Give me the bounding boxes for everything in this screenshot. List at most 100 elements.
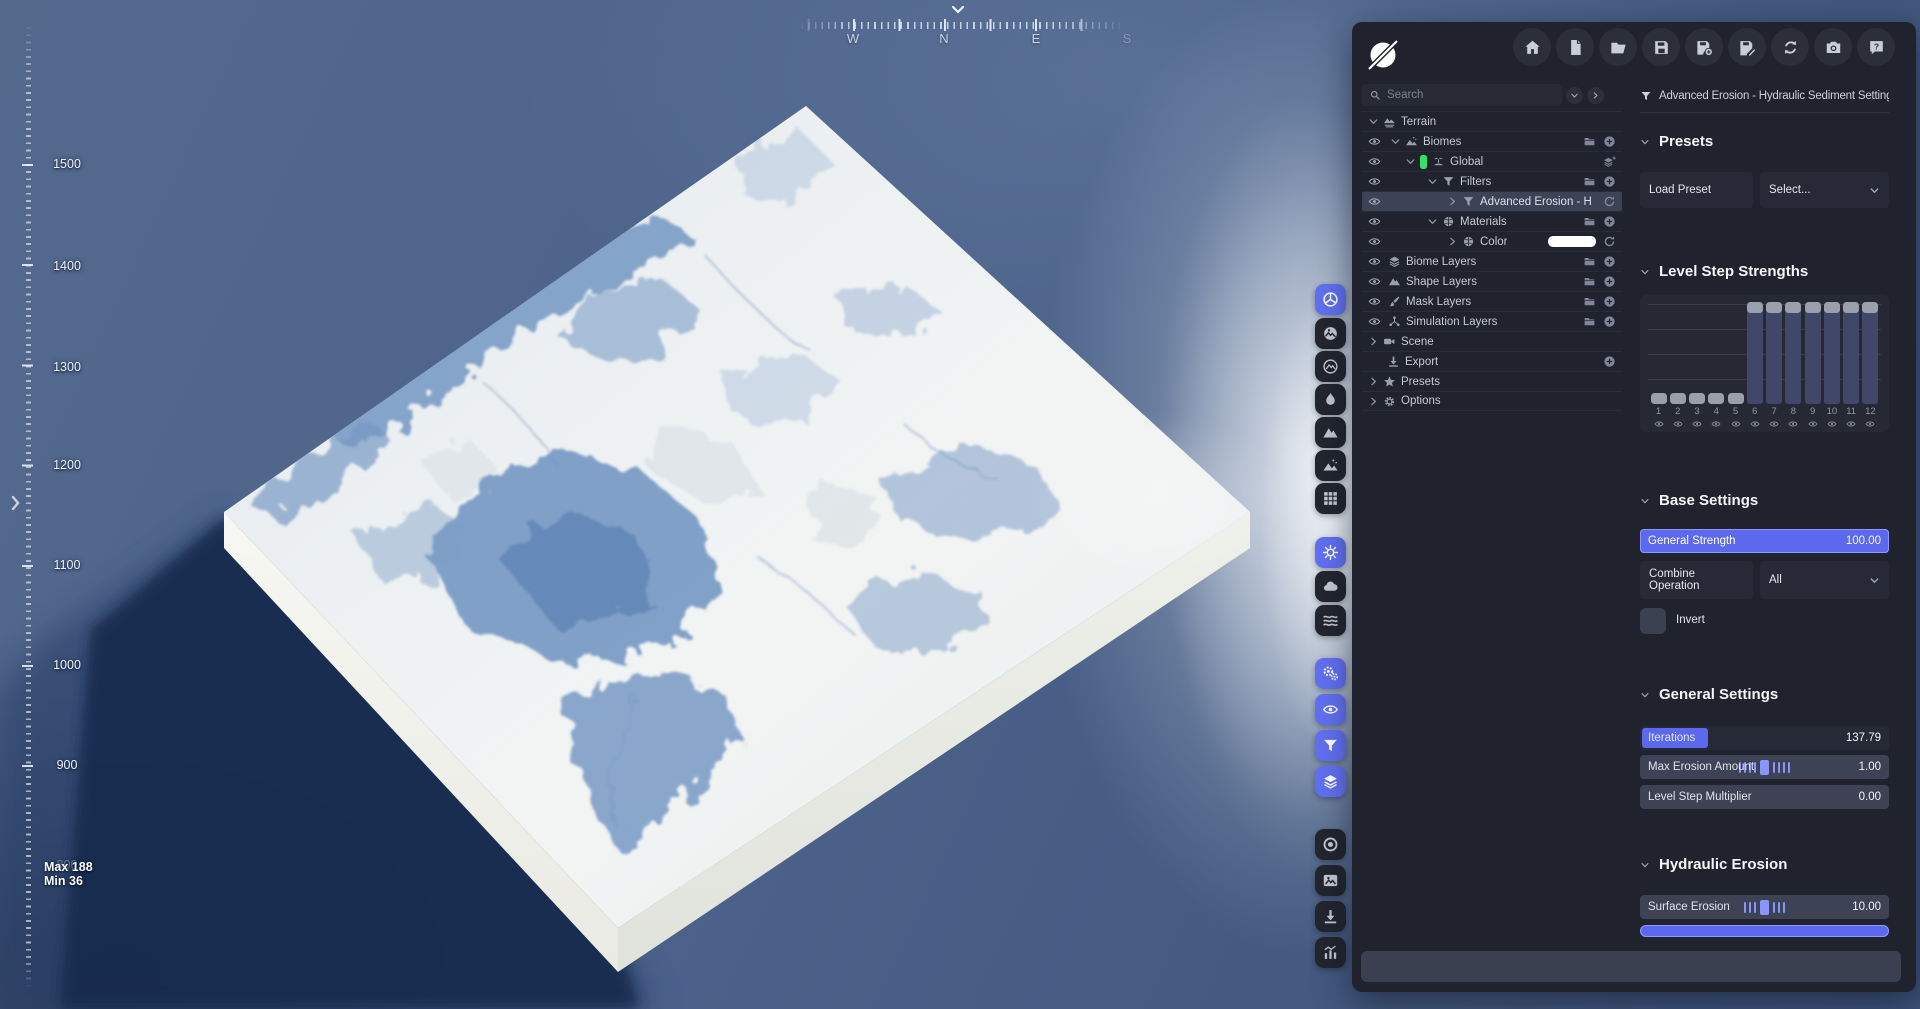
auto-build-button[interactable] bbox=[1315, 658, 1346, 689]
chevron-right-icon[interactable] bbox=[1447, 236, 1458, 247]
add-icon[interactable] bbox=[1603, 175, 1616, 188]
tree-row-export[interactable]: Export bbox=[1362, 351, 1622, 371]
add-layer-icon[interactable] bbox=[1603, 155, 1616, 168]
level-step-slider-3[interactable]: 3 bbox=[1689, 302, 1706, 429]
invert-checkbox[interactable] bbox=[1640, 608, 1666, 634]
folder-icon[interactable] bbox=[1583, 295, 1596, 308]
level-step-slider-7[interactable]: 7 bbox=[1766, 302, 1783, 429]
eye-icon[interactable] bbox=[1692, 419, 1702, 429]
eye-icon[interactable] bbox=[1368, 275, 1381, 288]
level-step-slider-5[interactable]: 5 bbox=[1727, 302, 1744, 429]
eye-icon[interactable] bbox=[1808, 419, 1818, 429]
slider-handle[interactable] bbox=[1728, 393, 1744, 404]
iterations-slider[interactable]: Iterations 137.79 bbox=[1640, 726, 1889, 750]
level-step-slider-1[interactable]: 1 bbox=[1650, 302, 1667, 429]
add-icon[interactable] bbox=[1603, 315, 1616, 328]
tree-row-options[interactable]: Options bbox=[1362, 391, 1622, 411]
slider-handle[interactable] bbox=[1824, 302, 1840, 313]
tree-row-terrain[interactable]: Terrain bbox=[1362, 111, 1622, 131]
slider-handle[interactable] bbox=[1862, 302, 1878, 313]
home-button[interactable] bbox=[1513, 28, 1551, 66]
slider-handle[interactable] bbox=[1708, 393, 1724, 404]
eye-icon[interactable] bbox=[1827, 419, 1837, 429]
section-level-step-strengths[interactable]: Level Step Strengths bbox=[1640, 263, 1808, 280]
folder-icon[interactable] bbox=[1583, 315, 1596, 328]
level-step-slider-11[interactable]: 11 bbox=[1843, 302, 1860, 429]
folder-icon[interactable] bbox=[1583, 275, 1596, 288]
slider-handle[interactable] bbox=[1670, 393, 1686, 404]
eye-icon[interactable] bbox=[1368, 155, 1381, 168]
fog-toggle-button[interactable] bbox=[1315, 605, 1346, 636]
folder-icon[interactable] bbox=[1583, 255, 1596, 268]
level-step-slider-4[interactable]: 4 bbox=[1708, 302, 1725, 429]
water-view-button[interactable] bbox=[1315, 384, 1346, 415]
chevron-down-icon[interactable] bbox=[1390, 136, 1401, 147]
eye-icon[interactable] bbox=[1368, 215, 1381, 228]
max-erosion-amount-scrubber[interactable]: Max Erosion Amount 1.00 bbox=[1640, 755, 1889, 779]
tree-row-color[interactable]: Color bbox=[1362, 231, 1622, 251]
tree-row-materials[interactable]: Materials bbox=[1362, 211, 1622, 231]
record-button[interactable] bbox=[1315, 829, 1346, 860]
visibility-button[interactable] bbox=[1315, 694, 1346, 725]
combine-operation-dropdown[interactable]: All bbox=[1760, 561, 1889, 599]
add-icon[interactable] bbox=[1603, 275, 1616, 288]
section-hydraulic-erosion[interactable]: Hydraulic Erosion bbox=[1640, 856, 1787, 873]
eye-icon[interactable] bbox=[1368, 315, 1381, 328]
level-step-slider-10[interactable]: 10 bbox=[1823, 302, 1840, 429]
slider-handle[interactable] bbox=[1785, 302, 1801, 313]
level-step-slider-12[interactable]: 12 bbox=[1862, 302, 1879, 429]
tree-row-scene[interactable]: Scene bbox=[1362, 331, 1622, 351]
chevron-right-icon[interactable] bbox=[1368, 376, 1379, 387]
clipped-slider[interactable] bbox=[1640, 925, 1889, 937]
panel-expander-icon[interactable] bbox=[10, 494, 21, 512]
eye-icon[interactable] bbox=[1750, 419, 1760, 429]
eye-icon[interactable] bbox=[1368, 175, 1381, 188]
eye-icon[interactable] bbox=[1769, 419, 1779, 429]
slider-handle[interactable] bbox=[1651, 393, 1667, 404]
stats-button[interactable] bbox=[1315, 937, 1346, 968]
eye-icon[interactable] bbox=[1731, 419, 1741, 429]
add-icon[interactable] bbox=[1603, 255, 1616, 268]
eye-icon[interactable] bbox=[1846, 419, 1856, 429]
tree-row-shape-layers[interactable]: Shape Layers bbox=[1362, 271, 1622, 291]
eye-icon[interactable] bbox=[1673, 419, 1683, 429]
refresh-icon[interactable] bbox=[1603, 195, 1616, 208]
wireframe-view-button[interactable] bbox=[1315, 351, 1346, 382]
eye-icon[interactable] bbox=[1865, 419, 1875, 429]
general-strength-slider[interactable]: General Strength 100.00 bbox=[1640, 529, 1889, 553]
chevron-right-icon[interactable] bbox=[1447, 196, 1458, 207]
layers-button[interactable] bbox=[1315, 766, 1346, 797]
new-file-button[interactable] bbox=[1556, 28, 1594, 66]
eye-icon[interactable] bbox=[1654, 419, 1664, 429]
add-icon[interactable] bbox=[1603, 135, 1616, 148]
add-icon[interactable] bbox=[1603, 355, 1616, 368]
mountain-view-button[interactable] bbox=[1315, 417, 1346, 448]
surface-erosion-scrubber[interactable]: Surface Erosion 10.00 bbox=[1640, 895, 1889, 919]
slider-handle[interactable] bbox=[1747, 302, 1763, 313]
folder-icon[interactable] bbox=[1583, 135, 1596, 148]
folder-icon[interactable] bbox=[1583, 175, 1596, 188]
shaded-view-button[interactable] bbox=[1315, 284, 1346, 315]
level-step-slider-2[interactable]: 2 bbox=[1669, 302, 1686, 429]
level-step-slider-8[interactable]: 8 bbox=[1785, 302, 1802, 429]
level-step-multiplier-slider[interactable]: Level Step Multiplier 0.00 bbox=[1640, 785, 1889, 809]
eye-icon[interactable] bbox=[1368, 135, 1381, 148]
filters-button[interactable] bbox=[1315, 730, 1346, 761]
level-step-slider-6[interactable]: 6 bbox=[1746, 302, 1763, 429]
level-step-slider-9[interactable]: 9 bbox=[1804, 302, 1821, 429]
biome-view-button[interactable] bbox=[1315, 450, 1346, 481]
add-icon[interactable] bbox=[1603, 295, 1616, 308]
slider-handle[interactable] bbox=[1805, 302, 1821, 313]
color-swatch[interactable] bbox=[1548, 236, 1596, 247]
expand-panel-button[interactable] bbox=[1587, 87, 1604, 104]
tree-row-mask-layers[interactable]: Mask Layers bbox=[1362, 291, 1622, 311]
refresh-icon[interactable] bbox=[1603, 235, 1616, 248]
grid-view-button[interactable] bbox=[1315, 483, 1346, 514]
tree-row-presets[interactable]: Presets bbox=[1362, 371, 1622, 391]
eye-icon[interactable] bbox=[1368, 295, 1381, 308]
slider-handle[interactable] bbox=[1689, 393, 1705, 404]
chevron-down-icon[interactable] bbox=[1427, 176, 1438, 187]
chevron-right-icon[interactable] bbox=[1368, 336, 1379, 347]
tree-row-filters[interactable]: Filters bbox=[1362, 171, 1622, 191]
scrubber-handle[interactable] bbox=[1743, 900, 1787, 915]
